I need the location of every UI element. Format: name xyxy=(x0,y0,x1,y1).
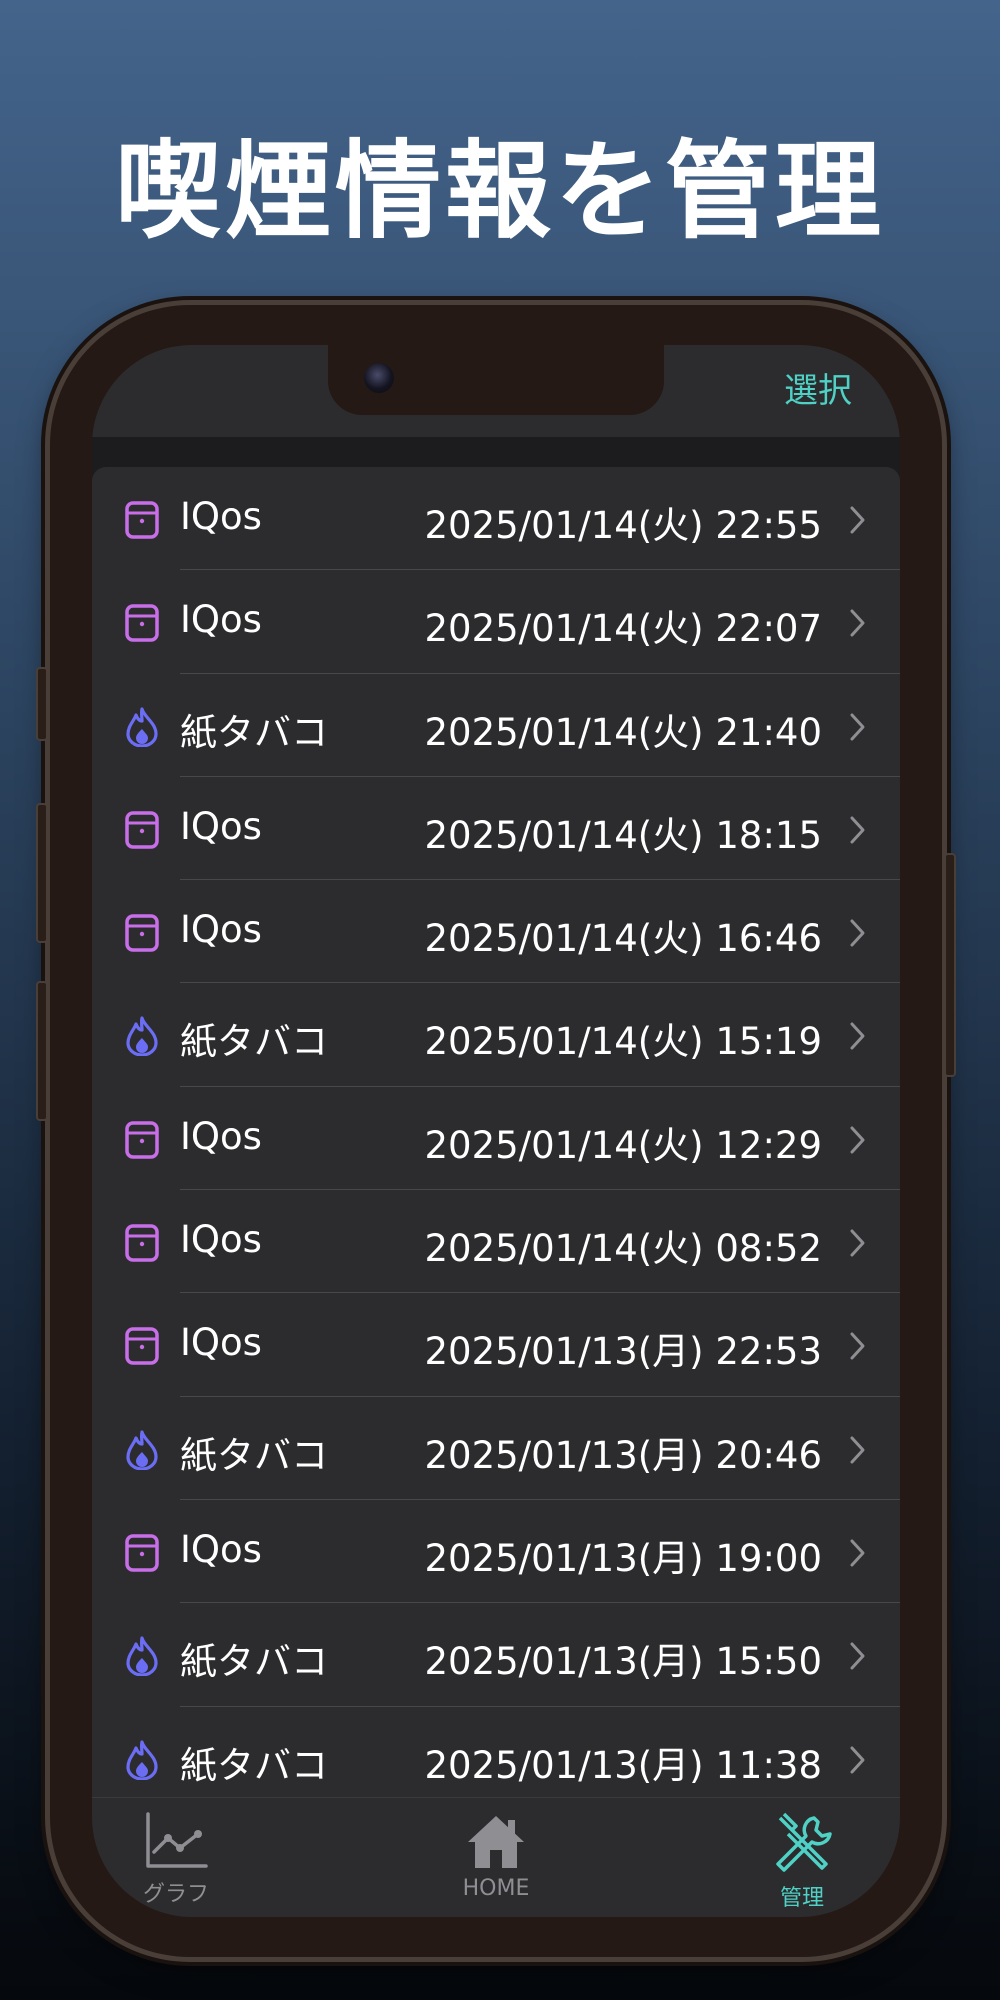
tab-bar: グラフ HOME 管理 xyxy=(92,1797,900,1917)
tab-graph[interactable]: グラフ xyxy=(96,1812,256,1908)
record-row[interactable]: 紙タバコ 2025/01/14(火) 15:19 xyxy=(92,983,900,1087)
record-row[interactable]: IQos 2025/01/14(火) 16:46 xyxy=(92,880,900,984)
tab-manage[interactable]: 管理 xyxy=(722,1812,882,1912)
flame-icon xyxy=(124,1636,160,1677)
record-datetime: 2025/01/14(火) 08:52 xyxy=(424,1227,822,1271)
record-type-label: 紙タバコ xyxy=(180,1020,328,1064)
record-datetime: 2025/01/14(火) 16:46 xyxy=(424,917,822,961)
record-type-label: 紙タバコ xyxy=(180,1433,328,1477)
notch xyxy=(328,345,664,415)
record-type-label: IQos xyxy=(180,1321,262,1365)
tab-home[interactable]: HOME xyxy=(416,1812,576,1901)
record-row[interactable]: IQos 2025/01/14(火) 08:52 xyxy=(92,1190,900,1294)
tools-icon xyxy=(776,1812,832,1872)
chevron-right-icon xyxy=(848,1125,866,1155)
record-type-label: IQos xyxy=(180,1114,262,1158)
chevron-right-icon xyxy=(848,505,866,535)
chevron-right-icon xyxy=(848,918,866,948)
record-row[interactable]: 紙タバコ 2025/01/13(月) 11:38 xyxy=(92,1707,900,1797)
power-button xyxy=(944,853,956,1077)
chevron-right-icon xyxy=(848,712,866,742)
iqos-device-icon xyxy=(124,913,160,953)
record-datetime: 2025/01/13(月) 19:00 xyxy=(424,1536,822,1580)
chevron-right-icon xyxy=(848,1641,866,1671)
record-row[interactable]: 紙タバコ 2025/01/14(火) 21:40 xyxy=(92,674,900,777)
chevron-right-icon xyxy=(848,1435,866,1465)
record-type-label: IQos xyxy=(180,1218,262,1262)
record-type-label: 紙タバコ xyxy=(180,1640,328,1684)
tab-manage-label: 管理 xyxy=(779,1886,824,1911)
flame-icon xyxy=(124,1430,160,1471)
tab-graph-label: グラフ xyxy=(142,1882,209,1907)
record-datetime: 2025/01/13(月) 22:53 xyxy=(424,1330,822,1374)
record-row[interactable]: IQos 2025/01/14(火) 12:29 xyxy=(92,1087,900,1191)
volume-down-button xyxy=(36,981,48,1121)
chevron-right-icon xyxy=(848,1745,866,1775)
chevron-right-icon xyxy=(848,1021,866,1051)
phone-frame: 選択 IQos 2025/01/14(火) 22:55 IQos 2025/01/14… xyxy=(36,305,956,1957)
iqos-device-icon xyxy=(124,500,160,540)
record-type-label: IQos xyxy=(180,1527,262,1571)
record-datetime: 2025/01/13(月) 20:46 xyxy=(424,1433,822,1477)
home-icon xyxy=(468,1816,524,1868)
front-camera xyxy=(364,363,394,393)
iqos-device-icon xyxy=(124,603,160,643)
flame-icon xyxy=(124,706,160,748)
record-datetime: 2025/01/14(火) 15:19 xyxy=(424,1020,822,1064)
phone-screen: 選択 IQos 2025/01/14(火) 22:55 IQos 2025/01/14… xyxy=(92,345,900,1917)
record-type-label: 紙タバコ xyxy=(180,1743,328,1787)
record-type-label: IQos xyxy=(180,804,262,848)
tab-home-label: HOME xyxy=(462,1876,530,1901)
record-datetime: 2025/01/14(火) 18:15 xyxy=(424,813,822,857)
iqos-device-icon xyxy=(124,1326,160,1366)
navigation-bar: 選択 xyxy=(92,345,900,437)
iqos-device-icon xyxy=(124,810,160,850)
chevron-right-icon xyxy=(848,1228,866,1258)
select-button[interactable]: 選択 xyxy=(784,363,852,412)
promo-headline: 喫煙情報を管理 xyxy=(115,130,885,253)
smoking-record-list: IQos 2025/01/14(火) 22:55 IQos 2025/01/14(火)… xyxy=(92,467,900,1797)
record-datetime: 2025/01/13(月) 11:38 xyxy=(424,1743,822,1787)
record-datetime: 2025/01/13(月) 15:50 xyxy=(424,1640,822,1684)
flame-icon xyxy=(124,1739,160,1781)
record-datetime: 2025/01/14(火) 22:07 xyxy=(424,607,822,651)
record-datetime: 2025/01/14(火) 21:40 xyxy=(424,710,822,754)
chevron-right-icon xyxy=(848,608,866,638)
record-row[interactable]: IQos 2025/01/13(月) 22:53 xyxy=(92,1293,900,1397)
record-row[interactable]: IQos 2025/01/14(火) 18:15 xyxy=(92,777,900,881)
record-row[interactable]: IQos 2025/01/14(火) 22:55 xyxy=(92,467,900,571)
record-row[interactable]: IQos 2025/01/14(火) 22:07 xyxy=(92,570,900,674)
record-type-label: IQos xyxy=(180,908,262,952)
iqos-device-icon xyxy=(124,1120,160,1160)
volume-up-button xyxy=(36,803,48,943)
mute-switch xyxy=(36,667,48,741)
record-type-label: IQos xyxy=(180,598,262,642)
record-row[interactable]: IQos 2025/01/13(月) 19:00 xyxy=(92,1500,900,1604)
record-type-label: IQos xyxy=(180,495,262,538)
record-row[interactable]: 紙タバコ 2025/01/13(月) 15:50 xyxy=(92,1603,900,1707)
chevron-right-icon xyxy=(848,1538,866,1568)
record-type-label: 紙タバコ xyxy=(180,710,328,754)
iqos-device-icon xyxy=(124,1533,160,1573)
record-row[interactable]: 紙タバコ 2025/01/13(月) 20:46 xyxy=(92,1397,900,1500)
iqos-device-icon xyxy=(124,1223,160,1263)
flame-icon xyxy=(124,1016,160,1058)
graph-icon xyxy=(146,1812,208,1868)
chevron-right-icon xyxy=(848,1331,866,1361)
record-datetime: 2025/01/14(火) 12:29 xyxy=(424,1123,822,1167)
record-datetime: 2025/01/14(火) 22:55 xyxy=(424,504,822,547)
chevron-right-icon xyxy=(848,815,866,845)
